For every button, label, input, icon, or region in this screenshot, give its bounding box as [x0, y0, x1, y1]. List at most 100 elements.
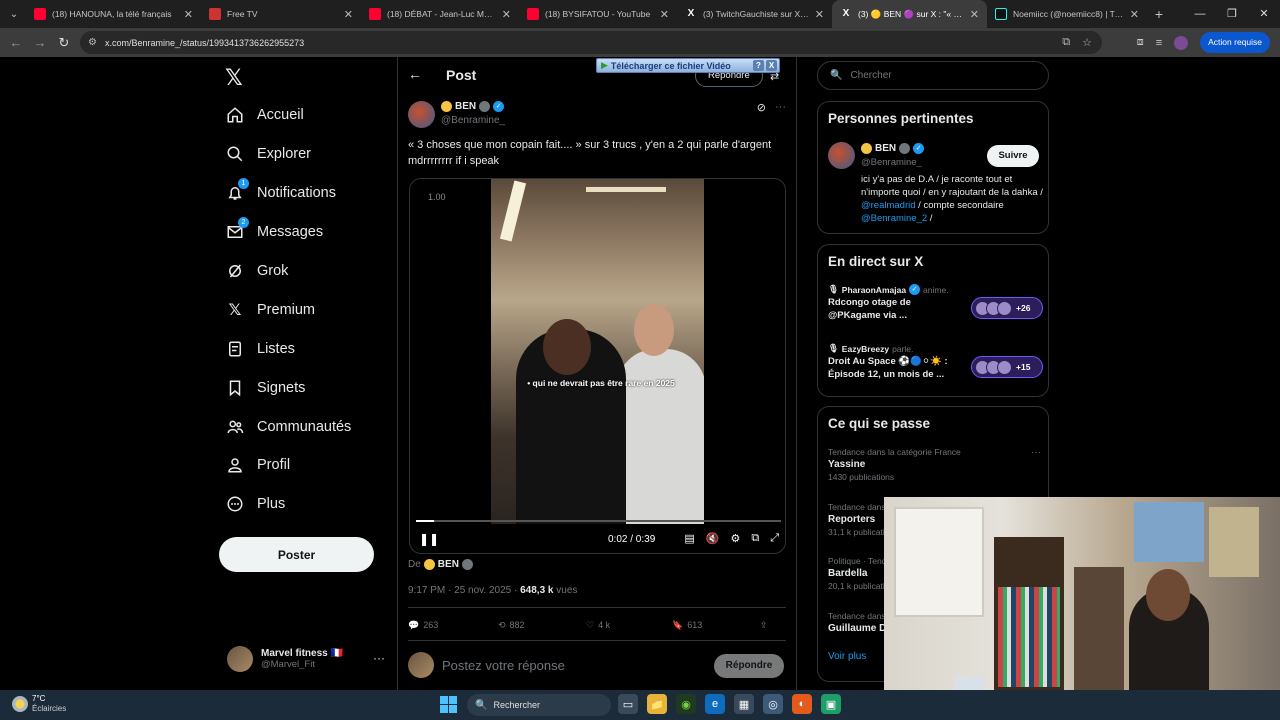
like-action[interactable]: ♡ 4 k: [586, 617, 672, 633]
reply-submit-button[interactable]: Répondre: [714, 654, 784, 678]
avatar[interactable]: [828, 142, 855, 169]
video-player[interactable]: 1.00 • qui ne devrait pas être rare en 2…: [409, 178, 786, 554]
post-time[interactable]: 9:17 PM · 25 nov. 2025 ·: [408, 585, 517, 596]
live-space-item[interactable]: 🎙 EazyBreezy parle. Droit Au Space ⚽🔵⚪☀️ :…: [828, 343, 1043, 383]
nav-item-more[interactable]: Plus: [225, 489, 285, 519]
close-icon[interactable]: ✕: [502, 8, 511, 21]
close-icon[interactable]: ✕: [660, 8, 669, 21]
nav-item-grok[interactable]: Grok: [225, 256, 288, 286]
more-icon[interactable]: ···: [775, 101, 786, 113]
task-view-icon[interactable]: ▭: [618, 694, 638, 714]
weather-widget[interactable]: 7°C Éclaircies: [12, 694, 66, 714]
reply-action[interactable]: 💬 263: [408, 617, 498, 633]
browser-tab[interactable]: X (3) TwitchGauchiste sur X : "AT ✕: [677, 0, 832, 28]
grok-icon[interactable]: ⊘: [757, 101, 766, 114]
reload-icon[interactable]: ↻: [52, 35, 76, 51]
nav-item-lists[interactable]: Listes: [225, 334, 295, 364]
browser-tab[interactable]: (18) DÉBAT - Jean-Luc Mélench ✕: [361, 0, 519, 28]
file-explorer-icon[interactable]: 📁: [647, 694, 667, 714]
video-progress-bar[interactable]: [416, 520, 781, 522]
nav-item-explore[interactable]: Explorer: [225, 139, 311, 169]
fullscreen-icon[interactable]: ⤢: [770, 532, 779, 545]
browser-tab[interactable]: Free TV ✕: [201, 0, 361, 28]
store-icon[interactable]: ▦: [734, 694, 754, 714]
action-required-button[interactable]: Action requise: [1200, 32, 1270, 53]
edge-icon[interactable]: e: [705, 694, 725, 714]
from-name[interactable]: BEN: [438, 559, 459, 570]
url-field[interactable]: ⚙ x.com/Benramine_/status/19934137362629…: [80, 31, 1102, 54]
host-state: anime.: [923, 284, 949, 295]
windows-start-icon[interactable]: [440, 696, 457, 713]
app-icon[interactable]: ▣: [821, 694, 841, 714]
profile-avatar[interactable]: [1174, 35, 1189, 50]
see-more-link[interactable]: Voir plus: [828, 651, 866, 662]
back-icon[interactable]: ←: [4, 35, 28, 50]
author-name[interactable]: BEN: [455, 101, 476, 112]
nav-item-communities[interactable]: Communautés: [225, 412, 351, 442]
reply-input[interactable]: Postez votre réponse: [442, 658, 565, 673]
close-icon[interactable]: ✕: [184, 8, 193, 21]
maximize-icon[interactable]: ❐: [1216, 0, 1248, 28]
bio-link[interactable]: @Benramine_2: [861, 213, 927, 224]
post-button[interactable]: Poster: [219, 537, 374, 572]
media-icon[interactable]: ≡: [1156, 37, 1162, 49]
close-icon[interactable]: ✕: [344, 8, 353, 21]
live-space-item[interactable]: 🎙 PharaonAmajaa ✓ anime. Rdcongo otage de @…: [828, 284, 1043, 324]
captions-icon[interactable]: ▤: [684, 532, 694, 545]
nav-item-notifications[interactable]: 1 Notifications: [225, 178, 336, 208]
more-icon[interactable]: ···: [1031, 447, 1041, 458]
taskbar-search[interactable]: 🔍 Rechercher: [467, 694, 611, 716]
site-info-icon[interactable]: ⚙: [88, 37, 97, 48]
help-icon[interactable]: ?: [753, 60, 764, 71]
account-switcher[interactable]: Marvel fitness 🇫🇷 @Marvel_Fit ···: [227, 643, 387, 675]
browser-tab-active[interactable]: X (3) 🟡 BEN 🟣 sur X : "« 3 cho ✕: [832, 0, 987, 28]
share-action[interactable]: ⇪: [760, 617, 768, 633]
close-icon[interactable]: X: [766, 60, 777, 71]
more-icon[interactable]: ···: [373, 651, 385, 665]
tab-search-icon[interactable]: ⌄: [2, 3, 26, 25]
video-controls: ❚❚ 0:02 / 0:39 ▤ 🔇 ⚙ ⧉ ⤢: [410, 529, 785, 551]
nav-item-home[interactable]: Accueil: [225, 100, 304, 130]
new-tab-icon[interactable]: +: [1147, 6, 1171, 22]
extensions-icon[interactable]: ⧈: [1137, 36, 1144, 49]
install-icon[interactable]: ⧉: [1062, 36, 1070, 49]
nav-item-messages[interactable]: 2 Messages: [225, 217, 323, 247]
minimize-icon[interactable]: —: [1184, 0, 1216, 28]
star-icon[interactable]: ☆: [1082, 36, 1092, 49]
nav-item-profile[interactable]: Profil: [225, 450, 290, 480]
follow-button[interactable]: Suivre: [987, 145, 1039, 167]
user-name[interactable]: BEN: [875, 143, 896, 154]
nvidia-icon[interactable]: ◉: [676, 694, 696, 714]
bookmark-action[interactable]: 🔖 613: [672, 617, 760, 633]
avatar[interactable]: [408, 101, 435, 128]
bio-text: ici y'a pas de D.A / je raconte tout et …: [861, 174, 1043, 198]
nav-label: Listes: [257, 341, 295, 357]
bio-link[interactable]: @realmadrid: [861, 200, 916, 211]
browser-tab[interactable]: (18) BYSIFATOU - YouTube ✕: [519, 0, 677, 28]
forward-icon[interactable]: →: [28, 35, 52, 50]
tab-title: Free TV: [227, 9, 258, 19]
back-arrow-icon[interactable]: ←: [408, 66, 422, 82]
close-window-icon[interactable]: ✕: [1248, 0, 1280, 28]
pause-icon[interactable]: ❚❚: [419, 532, 439, 546]
author-handle[interactable]: @Benramine_: [441, 115, 505, 126]
search-input[interactable]: 🔍 Chercher: [817, 61, 1049, 90]
pip-icon[interactable]: ⧉: [751, 532, 759, 545]
chrome-icon[interactable]: ◎: [763, 694, 783, 714]
close-icon[interactable]: ✕: [970, 8, 979, 21]
trend-item[interactable]: Tendance dans la catégorie France Yassin…: [828, 447, 1043, 482]
x-logo-icon[interactable]: 𝕏: [225, 65, 243, 91]
browser-tab[interactable]: (18) HANOUNA, la télé français ✕: [26, 0, 201, 28]
close-icon[interactable]: ✕: [815, 8, 824, 21]
user-handle[interactable]: @Benramine_: [861, 157, 922, 168]
close-icon[interactable]: ✕: [1130, 8, 1139, 21]
nav-label: Explorer: [257, 146, 311, 162]
nav-item-premium[interactable]: 𝕏 Premium: [225, 295, 315, 325]
browser-tab[interactable]: Noemiicc (@noemiicc8) | TikTo ✕: [987, 0, 1147, 28]
firefox-icon[interactable]: ◐: [792, 694, 812, 714]
nav-item-bookmarks[interactable]: Signets: [225, 373, 305, 403]
mute-icon[interactable]: 🔇: [706, 532, 720, 545]
repost-action[interactable]: ⟲ 882: [498, 617, 586, 633]
settings-icon[interactable]: ⚙: [730, 532, 740, 545]
download-video-bar[interactable]: ▶ Télécharger ce fichier Vidéo ? X: [596, 58, 780, 73]
